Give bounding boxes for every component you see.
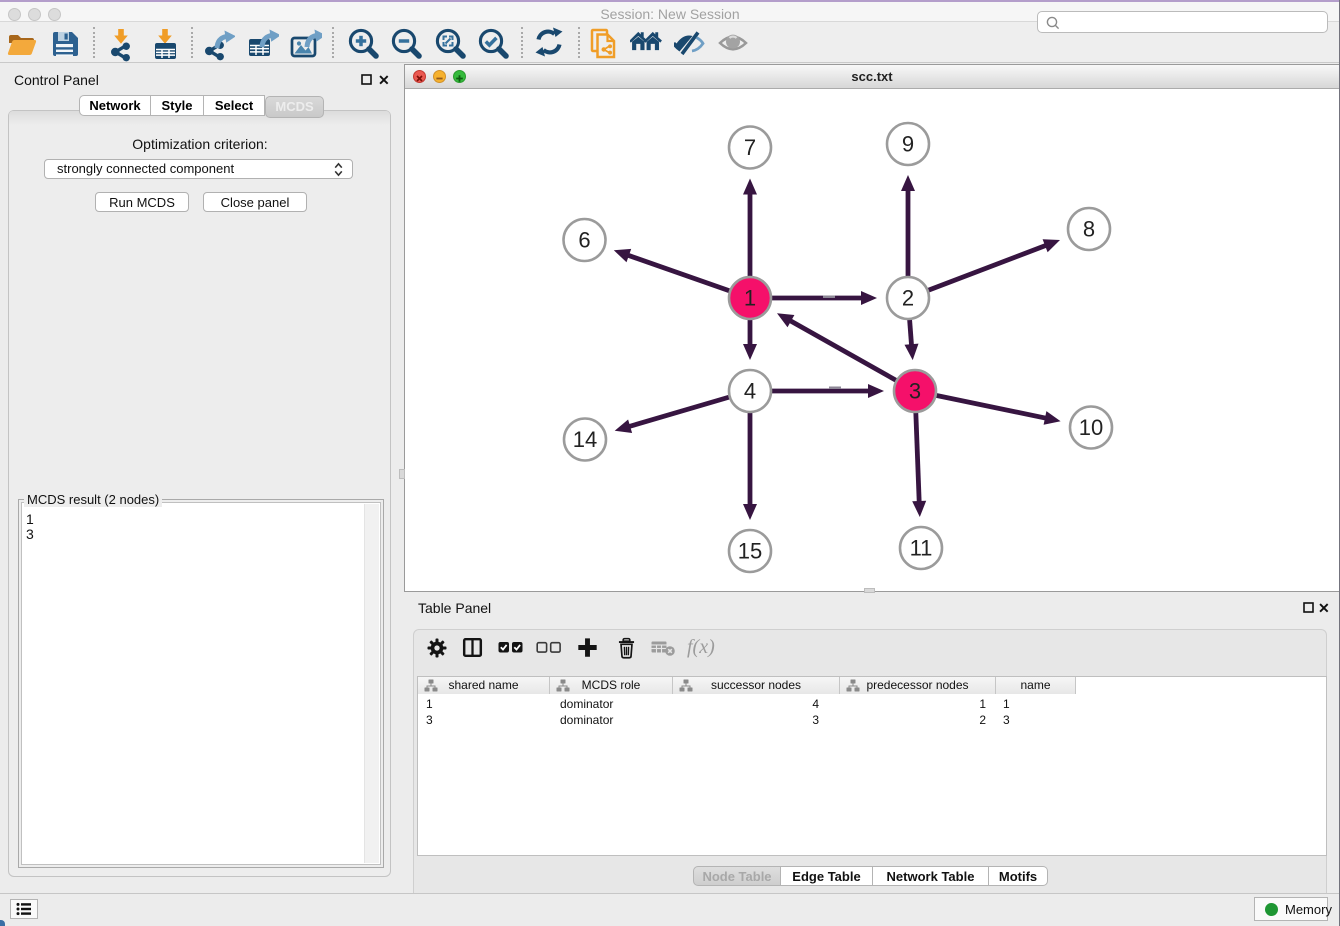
svg-text:3: 3 bbox=[909, 379, 921, 404]
svg-text:6: 6 bbox=[578, 228, 590, 253]
svg-text:9: 9 bbox=[902, 132, 914, 157]
svg-text:11: 11 bbox=[910, 536, 933, 561]
svg-text:4: 4 bbox=[744, 379, 756, 404]
svg-text:1: 1 bbox=[744, 286, 756, 311]
svg-text:8: 8 bbox=[1083, 217, 1095, 242]
svg-text:7: 7 bbox=[744, 135, 756, 160]
svg-text:14: 14 bbox=[573, 427, 597, 452]
svg-text:2: 2 bbox=[902, 286, 914, 311]
svg-text:10: 10 bbox=[1079, 415, 1103, 440]
svg-text:15: 15 bbox=[738, 539, 762, 564]
